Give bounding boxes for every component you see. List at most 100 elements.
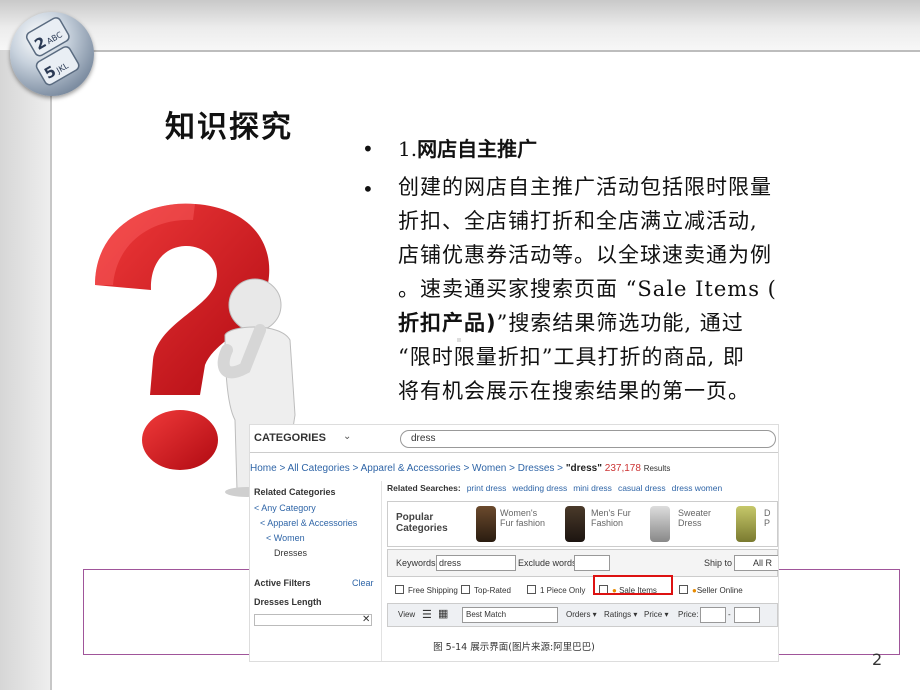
exclude-words-label: Exclude words: bbox=[518, 558, 580, 568]
popular-categories-bar: Popular Categories Women's Fur fashion Me… bbox=[387, 501, 778, 547]
popular-categories-label: Popular Categories bbox=[396, 512, 448, 534]
category-thumbnail[interactable] bbox=[736, 506, 756, 542]
top-rated-filter[interactable]: Top-Rated bbox=[461, 585, 511, 595]
category-item[interactable]: Women's Fur fashion bbox=[500, 508, 545, 528]
bullet-2-line-3: 店铺优惠券活动等。以全球速卖通为例 bbox=[398, 243, 772, 267]
bullet-2-line-2: 折扣、全店铺打折和全店满立减活动, bbox=[398, 209, 758, 233]
filter-bar: Free Shipping Top-Rated 1 Piece Only ● S… bbox=[387, 575, 778, 601]
bullet-2-line-5: 折扣产品)”搜索结果筛选功能, 通过 bbox=[398, 306, 890, 340]
related-link[interactable]: casual dress bbox=[618, 483, 666, 493]
bullet-1-text: 网店自主推广 bbox=[417, 137, 538, 161]
sale-items-highlight bbox=[593, 575, 673, 595]
category-line: Dress bbox=[678, 518, 702, 528]
result-count: 237,178 bbox=[604, 463, 641, 474]
category-item[interactable]: Sweater Dress bbox=[678, 508, 711, 528]
close-icon[interactable]: ✕ bbox=[362, 614, 370, 625]
filter-label: Top-Rated bbox=[474, 586, 511, 595]
related-link[interactable]: dress women bbox=[672, 483, 723, 493]
filter-label: Free Shipping bbox=[408, 586, 458, 595]
sort-select[interactable]: Best Match bbox=[462, 607, 558, 623]
one-piece-filter[interactable]: 1 Piece Only bbox=[527, 585, 585, 595]
active-filters-heading: Active Filters bbox=[254, 578, 311, 588]
bullet-dot: • bbox=[362, 177, 375, 201]
sort-orders[interactable]: Orders ▾ bbox=[566, 610, 597, 619]
page-number: 2 bbox=[872, 650, 883, 669]
filter-chip[interactable] bbox=[254, 614, 372, 626]
category-line: Women's bbox=[500, 508, 538, 518]
category-thumbnail[interactable] bbox=[650, 506, 670, 542]
dresses-label: Dresses bbox=[274, 548, 308, 558]
related-searches-label: Related Searches: bbox=[387, 483, 461, 493]
keywords-label: Keywords: bbox=[396, 558, 439, 568]
bullet-2-line-4: 。速卖通买家搜索页面 “Sale Items ( bbox=[398, 277, 777, 301]
view-label: View bbox=[398, 610, 416, 619]
search-input[interactable]: dress bbox=[400, 430, 776, 448]
any-category-link[interactable]: < Any Category bbox=[254, 503, 316, 513]
banner-divider bbox=[0, 50, 920, 52]
exclude-words-input[interactable] bbox=[574, 555, 610, 571]
left-filter-panel: Related Categories < Any Category < Appa… bbox=[250, 481, 382, 661]
keywords-input[interactable]: dress bbox=[436, 555, 516, 571]
categories-menu[interactable]: CATEGORIES bbox=[254, 432, 326, 444]
keyword-bar: Keywords: dress Exclude words: Ship to A… bbox=[387, 549, 778, 577]
bullet-list: • 1.网店自主推广 • 创建的网店自主推广活动包括限时限量 折扣、全店铺打折和… bbox=[360, 134, 890, 408]
bullet-2-line-1: 创建的网店自主推广活动包括限时限量 bbox=[398, 175, 772, 199]
price-label: Price: bbox=[678, 610, 699, 619]
seller-online-filter[interactable]: ●Seller Online bbox=[679, 585, 743, 595]
results-label: Results bbox=[643, 464, 671, 473]
screenshot-top-bar: CATEGORIES ⌄ dress bbox=[250, 425, 778, 453]
checkbox[interactable] bbox=[679, 585, 688, 594]
category-item[interactable]: DP bbox=[764, 508, 771, 528]
breadcrumb-query: "dress" bbox=[565, 463, 602, 474]
related-link[interactable]: wedding dress bbox=[512, 483, 567, 493]
related-link[interactable]: print dress bbox=[467, 483, 507, 493]
women-link[interactable]: < Women bbox=[266, 533, 305, 543]
checkbox[interactable] bbox=[461, 585, 470, 594]
category-item[interactable]: Men's Fur Fashion bbox=[591, 508, 631, 528]
sort-label: Price bbox=[644, 610, 663, 619]
category-line: Fashion bbox=[591, 518, 624, 528]
grid-view-icon[interactable]: ▦ bbox=[438, 607, 448, 620]
related-searches: Related Searches: print dress wedding dres… bbox=[387, 483, 722, 493]
dresses-length-heading: Dresses Length bbox=[254, 597, 322, 607]
price-separator: - bbox=[728, 610, 731, 619]
left-sidebar bbox=[0, 50, 50, 690]
bullet-2: • 创建的网店自主推广活动包括限时限量 折扣、全店铺打折和全店满立减活动, 店铺… bbox=[360, 170, 890, 408]
category-line: P bbox=[764, 518, 771, 528]
clear-link[interactable]: Clear bbox=[352, 578, 374, 588]
checkbox[interactable] bbox=[527, 585, 536, 594]
filter-label: 1 Piece Only bbox=[540, 586, 586, 595]
bullet-1: • 1.网店自主推广 bbox=[360, 134, 890, 164]
top-banner bbox=[0, 0, 920, 50]
category-line: Fur fashion bbox=[500, 518, 546, 528]
category-thumbnail[interactable] bbox=[565, 506, 585, 542]
ship-to-label: Ship to bbox=[704, 558, 733, 568]
breadcrumb: Home > All Categories > Apparel & Access… bbox=[250, 463, 670, 474]
related-link[interactable]: mini dress bbox=[573, 483, 612, 493]
filter-label: Seller Online bbox=[696, 586, 743, 595]
free-shipping-filter[interactable]: Free Shipping bbox=[395, 585, 458, 595]
category-line: Men's Fur bbox=[591, 508, 631, 518]
sort-bar: View ☰ ▦ Best Match Orders ▾ Ratings ▾ P… bbox=[387, 603, 778, 627]
figure-caption: 图 5-14 展示界面(图片来源:阿里巴巴) bbox=[433, 642, 595, 653]
divider-mark bbox=[457, 338, 461, 342]
breadcrumb-path[interactable]: Home > All Categories > Apparel & Access… bbox=[250, 463, 566, 474]
price-max-input[interactable] bbox=[734, 607, 760, 623]
ship-to-select[interactable]: All R bbox=[734, 555, 778, 571]
sort-price[interactable]: Price ▾ bbox=[644, 610, 668, 619]
bullet-2-line-7: 将有机会展示在搜索结果的第一页。 bbox=[398, 379, 750, 403]
keypad-logo-icon: 2 ABC 5 JKL bbox=[25, 17, 80, 86]
slide-title: 知识探究 bbox=[165, 110, 293, 145]
category-thumbnail[interactable] bbox=[476, 506, 496, 542]
category-line: D bbox=[764, 508, 771, 518]
aliexpress-screenshot: CATEGORIES ⌄ dress Home > All Categories… bbox=[249, 424, 779, 662]
sidebar-divider bbox=[50, 50, 52, 690]
chevron-down-icon[interactable]: ⌄ bbox=[343, 431, 351, 442]
sort-label: Ratings bbox=[604, 610, 632, 619]
sort-ratings[interactable]: Ratings ▾ bbox=[604, 610, 637, 619]
price-min-input[interactable] bbox=[700, 607, 726, 623]
list-view-icon[interactable]: ☰ bbox=[422, 608, 432, 621]
checkbox[interactable] bbox=[395, 585, 404, 594]
bullet-2-bold-text: 折扣产品) bbox=[398, 311, 497, 335]
apparel-link[interactable]: < Apparel & Accessories bbox=[260, 518, 357, 528]
